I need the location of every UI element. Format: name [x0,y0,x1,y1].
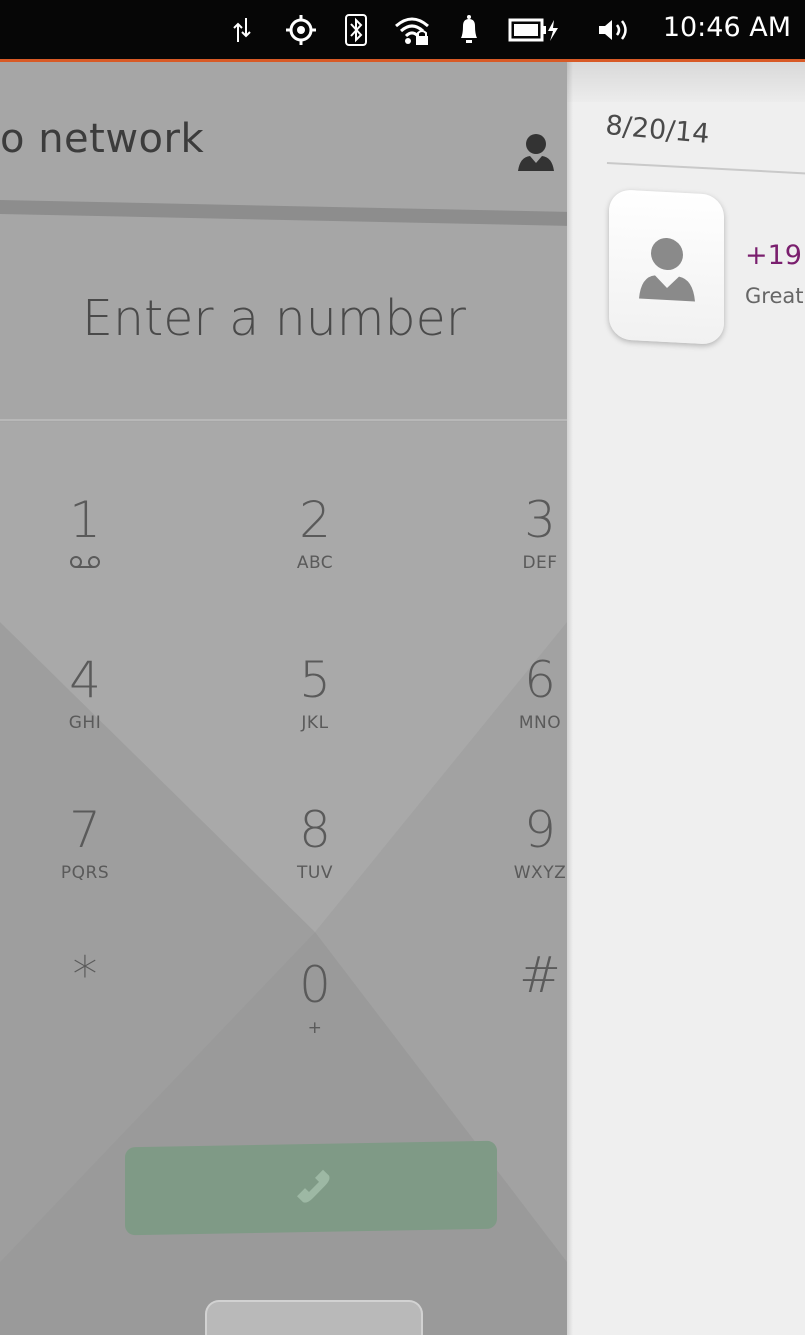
notification-bell-icon[interactable] [458,14,480,46]
key-7[interactable]: 7 PQRS [15,802,155,932]
wifi-secure-icon [395,17,429,45]
key-4[interactable]: 4 GHI [15,652,155,782]
data-transfer-icon [233,18,251,42]
key-digit: 6 [524,651,556,709]
contact-avatar-icon [639,238,695,302]
key-letters: PQRS [60,863,110,883]
key-letters: DEF [522,553,558,573]
key-digit: 0 [299,956,331,1014]
key-letters: TUV [297,863,333,883]
key-star[interactable]: * [15,947,155,1077]
key-digit: 3 [524,491,556,549]
key-digit: 2 [299,491,331,549]
key-8[interactable]: 8 TUV [245,802,385,932]
contact-avatar[interactable] [609,188,724,346]
status-bar: 10:46 AM [0,0,805,62]
key-5[interactable]: 5 JKL [245,652,385,782]
clock: 10:46 AM [662,12,791,43]
bottom-edge-handle[interactable] [205,1300,423,1335]
phone-icon [297,1169,330,1203]
key-9[interactable]: 9 WXYZ [470,802,567,932]
number-placeholder: Enter a number [82,290,466,347]
location-icon [286,15,316,45]
key-digit: * [72,946,98,1004]
contacts-icon[interactable] [514,129,558,173]
key-digit: 9 [524,801,556,859]
key-3[interactable]: 3 DEF [470,492,567,622]
key-digit: # [519,946,561,1004]
thread-sender[interactable]: +19 [745,240,802,271]
key-letters: MNO [518,713,562,733]
volume-icon[interactable] [597,14,631,46]
key-letters: JKL [301,713,329,733]
call-button[interactable] [125,1140,497,1236]
key-digit: 7 [69,801,101,859]
key-digit: 1 [69,491,101,549]
thread-preview[interactable]: Great [745,284,803,308]
number-input[interactable]: Enter a number [0,212,567,422]
key-digit: 5 [299,651,331,709]
key-letters: GHI [68,713,102,733]
key-2[interactable]: 2 ABC [245,492,385,622]
key-1[interactable]: 1 [15,492,155,622]
number-field-underline [0,419,567,421]
bluetooth-icon [345,14,367,46]
panel-shadow [567,62,573,1335]
panel-header-edge [567,62,805,102]
network-status-title: o network [0,116,205,162]
messages-panel: 8/20/14 +19 Great [567,62,805,1335]
battery-charging-icon [508,18,558,42]
date-divider [606,162,805,175]
date-label: 8/20/14 [604,110,711,150]
dialer-view: o network Enter a number 1 2 ABC 3 DEF 4… [0,62,567,1335]
key-letters: + [307,1018,323,1038]
key-digit: 4 [69,651,101,709]
voicemail-icon [70,556,100,568]
key-letters: WXYZ [513,863,567,883]
key-digit: 8 [299,801,331,859]
key-0[interactable]: 0 + [245,957,385,1087]
key-letters: ABC [296,553,334,573]
key-hash[interactable]: # [470,947,567,1077]
key-6[interactable]: 6 MNO [470,652,567,782]
